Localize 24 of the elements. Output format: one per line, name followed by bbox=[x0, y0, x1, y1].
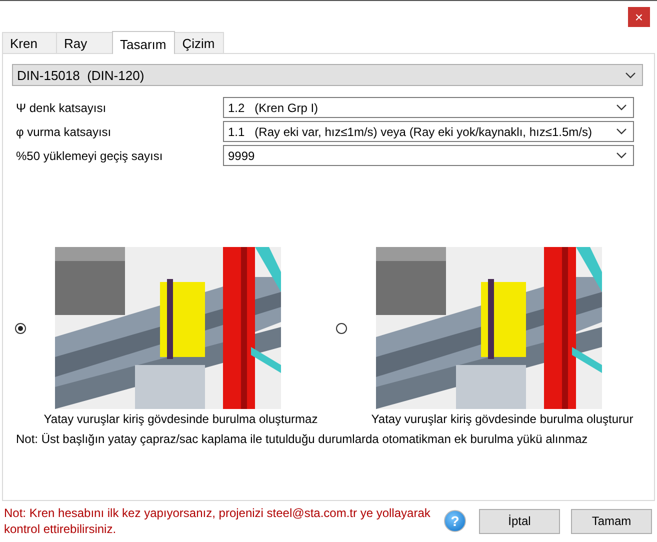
dropdown[interactable]: 1.2 (Kren Grp I) bbox=[223, 97, 634, 118]
tab[interactable]: Ray bbox=[56, 32, 113, 53]
tab[interactable]: Kren bbox=[2, 32, 57, 53]
radio-button[interactable] bbox=[14, 322, 26, 334]
footer-note: Not: Kren hesabını ilk kez yapıyorsanız, projenizi steel@sta.com.tr ye yollayarak kontrol ettirebilirsiniz. bbox=[4, 505, 432, 537]
dropdown[interactable]: 9999 bbox=[223, 145, 634, 166]
close-button[interactable]: × bbox=[628, 7, 650, 27]
chevron-down-icon bbox=[616, 104, 627, 111]
chevron-down-icon bbox=[616, 128, 627, 135]
note-text: Not: Üst başlığın yatay çapraz/sac kaplama ile tutulduğu durumlarda otomatikman ek burulma yükü alınmaz bbox=[16, 432, 589, 446]
dropdown[interactable]: 1.1 (Ray eki var, hız≤1m/s) veya (Ray eki yok/kaynaklı, hız≤1.5m/s) bbox=[223, 121, 634, 142]
field-label: φ vurma katsayısı bbox=[15, 124, 112, 138]
tab[interactable]: Çizim bbox=[174, 32, 224, 53]
cancel-button[interactable]: İptal bbox=[479, 508, 560, 534]
tab[interactable]: Tasarım bbox=[112, 31, 176, 54]
chevron-down-icon bbox=[625, 72, 636, 78]
option-caption: Yatay vuruşlar kiriş gövdesinde burulma oluşturur bbox=[370, 412, 634, 426]
chevron-down-icon bbox=[616, 152, 627, 159]
field-label: %50 yüklemeyi geçiş sayısı bbox=[15, 148, 164, 162]
ok-button[interactable]: Tamam bbox=[571, 508, 652, 534]
option-caption: Yatay vuruşlar kiriş gövdesinde burulma oluşturmaz bbox=[42, 412, 318, 426]
field-label: Ψ denk katsayısı bbox=[15, 100, 108, 114]
radio-button[interactable] bbox=[336, 322, 347, 334]
standard-dropdown[interactable]: DIN-15018 (DIN-120) bbox=[12, 64, 643, 86]
